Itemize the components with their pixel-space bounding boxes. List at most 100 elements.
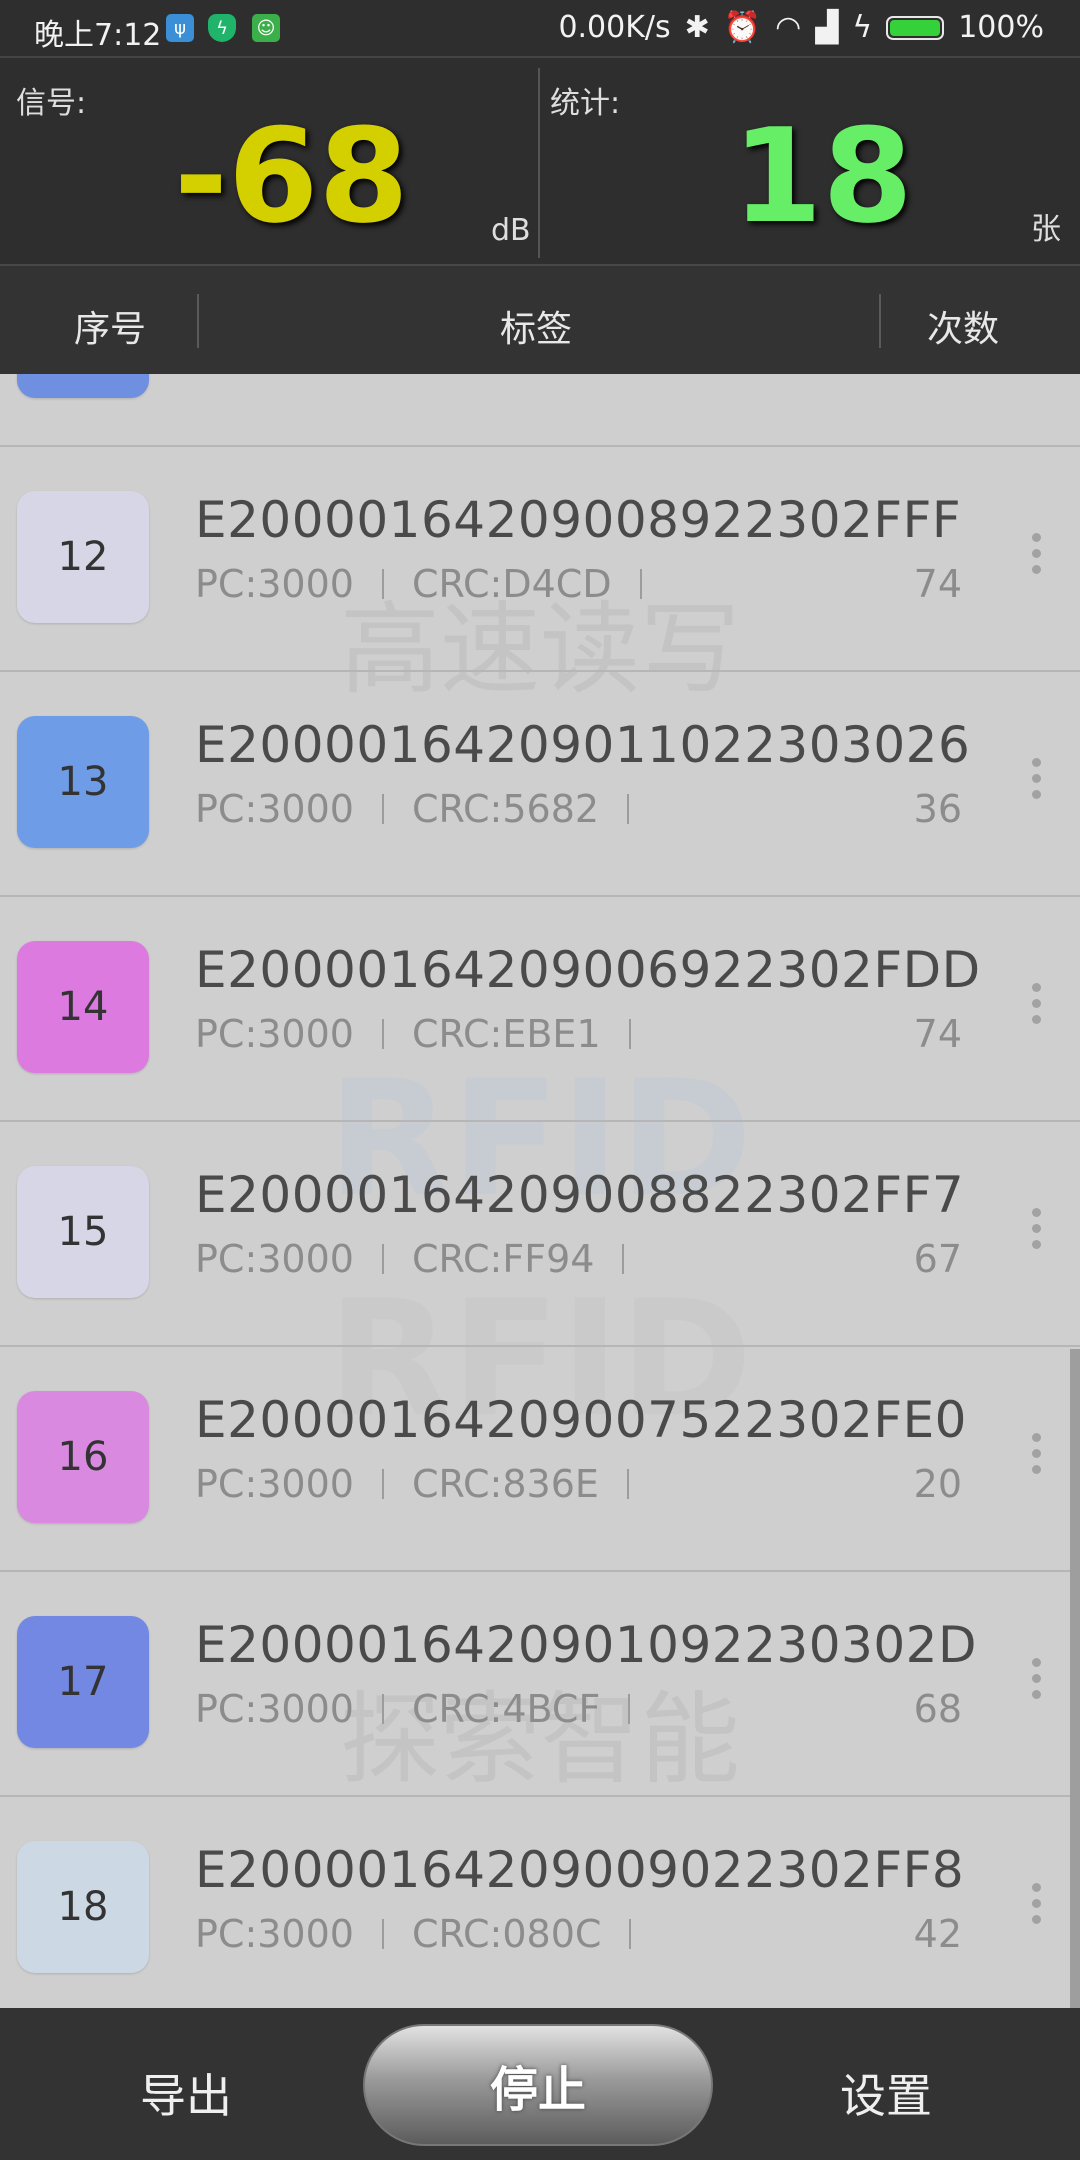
status-right: 0.00K/s ✱ ⏰ ◠ ▟ ϟ 100% <box>558 10 1044 45</box>
more-vert-icon[interactable] <box>1032 1433 1042 1474</box>
tag-epc: E20000164209011022303026 <box>195 716 971 774</box>
signal-value: -68 <box>174 100 409 252</box>
shield-icon: ϟ <box>208 14 236 42</box>
tag-pc: PC:3000 <box>195 1687 354 1731</box>
table-row[interactable]: 17 E2000016420901092230302D PC:3000 CRC:4BC… <box>0 1572 1080 1797</box>
table-row[interactable]: 12 E20000164209008922302FFF PC:3000 CRC:D4C… <box>0 447 1080 672</box>
tag-epc: E20000164209007522302FE0 <box>195 1391 967 1449</box>
more-vert-icon[interactable] <box>1032 1883 1042 1924</box>
settings-button[interactable]: 设置 <box>840 2060 932 2126</box>
tag-meta: PC:3000 CRC:5682 <box>195 787 657 831</box>
column-header: 序号 标签 次数 <box>0 264 1080 376</box>
meta-separator <box>629 1919 632 1949</box>
index-badge: 13 <box>17 716 149 848</box>
tag-crc: CRC:080C <box>411 1912 602 1956</box>
tag-crc: CRC:4BCF <box>411 1687 601 1731</box>
index-badge: 17 <box>17 1616 149 1748</box>
battery-percent: 100% <box>958 10 1044 45</box>
signal-unit: dB <box>491 213 531 248</box>
read-count: 20 <box>913 1462 962 1506</box>
signal-icon: ▟ <box>815 10 839 45</box>
meta-separator <box>381 1244 384 1274</box>
column-times: 次数 <box>927 309 1000 350</box>
export-button[interactable]: 导出 <box>140 2060 232 2126</box>
read-count: 67 <box>913 1237 962 1281</box>
scrollbar[interactable] <box>1070 1349 1080 2008</box>
table-row-partial[interactable] <box>0 374 1080 447</box>
tag-epc: E20000164209009022302FF8 <box>195 1841 965 1899</box>
meta-separator <box>381 569 384 599</box>
android-icon: ☺ <box>252 14 280 42</box>
tag-meta: PC:3000 CRC:FF94 <box>195 1237 652 1281</box>
meta-separator <box>626 1469 629 1499</box>
more-vert-icon[interactable] <box>1032 1208 1042 1249</box>
meta-separator <box>381 794 384 824</box>
tag-meta: PC:3000 CRC:080C <box>195 1912 659 1956</box>
tag-epc: E20000164209006922302FDD <box>195 941 981 999</box>
index-badge <box>17 374 149 398</box>
tag-meta: PC:3000 CRC:836E <box>195 1462 657 1506</box>
read-count: 74 <box>913 562 962 606</box>
read-count: 74 <box>913 1012 962 1056</box>
tag-crc: CRC:EBE1 <box>411 1012 601 1056</box>
index-badge: 15 <box>17 1166 149 1298</box>
status-bar: 晚上7:12 ψ ϟ ☺ 0.00K/s ✱ ⏰ ◠ ▟ ϟ 100% <box>0 0 1080 56</box>
count-unit: 张 <box>1031 212 1061 247</box>
tag-list[interactable]: 高速读写 RFID RFID 探索智能 12 E20000164209008922… <box>0 374 1080 2008</box>
more-vert-icon[interactable] <box>1032 983 1042 1024</box>
table-row[interactable]: 18 E20000164209009022302FF8 PC:3000 CRC:080… <box>0 1797 1080 2008</box>
meta-separator <box>627 794 630 824</box>
index-badge: 14 <box>17 941 149 1073</box>
tag-crc: CRC:836E <box>411 1462 599 1506</box>
meta-separator <box>639 569 642 599</box>
reading-panel: 信号: -68 dB 统计: 18 张 <box>0 56 1080 266</box>
read-count: 36 <box>913 787 962 831</box>
wifi-icon: ◠ <box>775 10 802 45</box>
charging-icon: ϟ <box>852 10 873 45</box>
tag-pc: PC:3000 <box>195 1237 354 1281</box>
bluetooth-icon: ✱ <box>684 10 710 45</box>
alarm-icon: ⏰ <box>723 10 762 45</box>
meta-separator <box>381 1469 384 1499</box>
tag-meta: PC:3000 CRC:D4CD <box>195 562 670 606</box>
panel-divider <box>538 68 540 258</box>
tag-pc: PC:3000 <box>195 787 354 831</box>
tag-pc: PC:3000 <box>195 1462 354 1506</box>
table-row[interactable]: 15 E20000164209008822302FF7 PC:3000 CRC:FF9… <box>0 1122 1080 1347</box>
tag-epc: E20000164209008822302FF7 <box>195 1166 965 1224</box>
column-tag: 标签 <box>500 309 573 350</box>
column-separator <box>879 294 881 348</box>
more-vert-icon[interactable] <box>1032 533 1042 574</box>
tag-crc: CRC:5682 <box>411 787 600 831</box>
more-vert-icon[interactable] <box>1032 758 1042 799</box>
count-value: 18 <box>732 100 913 252</box>
table-row[interactable]: 14 E20000164209006922302FDD PC:3000 CRC:EBE… <box>0 897 1080 1122</box>
table-row[interactable]: 13 E20000164209011022303026 PC:3000 CRC:568… <box>0 672 1080 897</box>
index-badge: 18 <box>17 1841 149 1973</box>
net-speed: 0.00K/s <box>558 10 671 45</box>
tag-pc: PC:3000 <box>195 1912 354 1956</box>
meta-separator <box>381 1694 384 1724</box>
meta-separator <box>628 1019 631 1049</box>
count-label: 统计: <box>550 86 621 121</box>
meta-separator <box>381 1919 384 1949</box>
usb-icon: ψ <box>166 14 194 42</box>
table-row[interactable]: 16 E20000164209007522302FE0 PC:3000 CRC:836… <box>0 1347 1080 1572</box>
meta-separator <box>628 1694 631 1724</box>
column-separator <box>197 294 199 348</box>
tag-crc: CRC:D4CD <box>411 562 612 606</box>
tag-epc: E2000016420901092230302D <box>195 1616 977 1674</box>
read-count: 68 <box>913 1687 962 1731</box>
tag-epc: E20000164209008922302FFF <box>195 491 962 549</box>
stop-button[interactable]: 停止 <box>363 2024 713 2146</box>
index-badge: 12 <box>17 491 149 623</box>
status-time: 晚上7:12 <box>34 18 162 53</box>
signal-label: 信号: <box>16 86 87 121</box>
read-count: 42 <box>913 1912 962 1956</box>
meta-separator <box>381 1019 384 1049</box>
tag-crc: CRC:FF94 <box>411 1237 595 1281</box>
more-vert-icon[interactable] <box>1032 1658 1042 1699</box>
battery-icon <box>886 15 945 40</box>
tag-meta: PC:3000 CRC:4BCF <box>195 1687 658 1731</box>
tag-pc: PC:3000 <box>195 562 354 606</box>
